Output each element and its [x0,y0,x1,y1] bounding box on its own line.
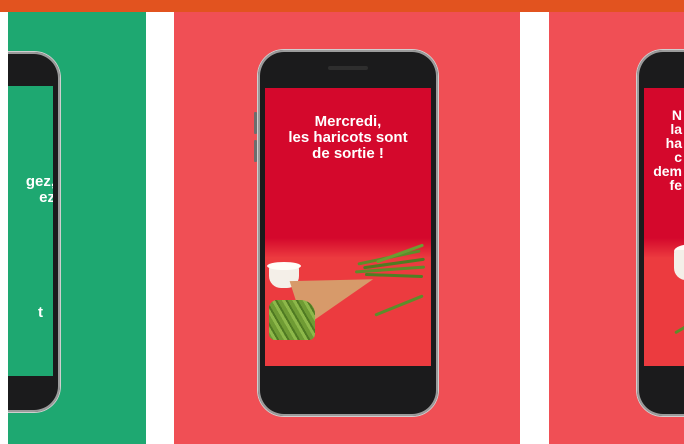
top-accent-bar [0,0,684,12]
promo-line: N [671,107,682,123]
dip-bowl [674,250,684,280]
green-bean [364,272,424,279]
promo-line: c [674,149,682,165]
volume-button [254,112,257,134]
phone-screen-left: gez, ez t [8,86,53,376]
promo-line: dem [653,163,682,179]
phone-speaker [328,66,368,70]
carousel-card-left[interactable]: gez, ez t [8,12,146,444]
phone-mockup-center: Mercredi, les haricots sont de sortie ! [258,50,438,416]
bean-fries [269,300,315,340]
promo-line: la [670,121,682,137]
carousel-card-center[interactable]: Mercredi, les haricots sont de sortie ! [174,12,520,444]
green-bean [674,324,684,335]
phone-mockup-right: N la ha c dem fe [637,50,684,416]
promo-line: ez [39,189,53,206]
promo-line: les haricots sont [288,129,408,146]
phone-screen-center: Mercredi, les haricots sont de sortie ! [265,88,431,376]
phone-mockup-left: gez, ez t [8,52,60,412]
promo-line: ha [665,135,682,151]
promo-line: fe [669,177,682,193]
promo-line: de sortie ! [312,145,384,162]
promo-mark-left: t [38,304,43,321]
carousel-card-right[interactable]: N la ha c dem fe [549,12,684,444]
green-bean [374,294,424,317]
food-photo [265,238,431,376]
volume-button [254,140,257,162]
promo-text-left: gez, ez [8,174,53,206]
dip-bowl-rim [267,262,301,270]
promo-text-right: N la ha c dem fe [644,108,682,192]
promo-text-center: Mercredi, les haricots sont de sortie ! [265,114,431,162]
phone-screen-right: N la ha c dem fe [644,88,684,376]
promo-line: gez, [25,173,53,190]
food-photo-right [644,238,684,376]
promo-line: Mercredi, [314,113,382,130]
